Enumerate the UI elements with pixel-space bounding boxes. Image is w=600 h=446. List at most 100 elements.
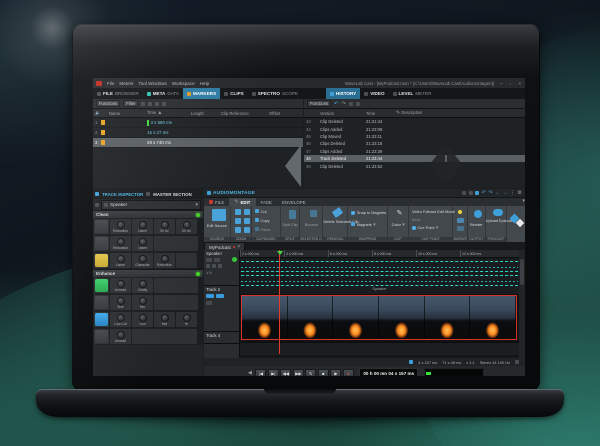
zoom-ratio[interactable]: x 1:1 — [466, 360, 474, 365]
clipboard-icon[interactable] — [468, 191, 473, 195]
exciter-amount-knob[interactable]: Amount — [110, 278, 131, 293]
track-fx-button[interactable] — [218, 264, 222, 268]
col-description[interactable]: ✎ Description — [394, 110, 454, 116]
zoom-out-icon[interactable] — [243, 209, 250, 215]
montage-length[interactable]: 71 s 48 ms — [442, 360, 461, 365]
col-version[interactable]: Version — [318, 111, 364, 116]
maximizer-amount-knob[interactable]: Amount — [110, 329, 131, 344]
col-time[interactable]: Time — [364, 111, 394, 116]
playhead-marker-icon[interactable] — [276, 251, 283, 255]
record-arm-button[interactable] — [232, 257, 237, 262]
marker-range-icon[interactable] — [457, 226, 465, 231]
redo-icon[interactable]: ↷ — [488, 190, 492, 196]
reverb-size-knob[interactable]: Size — [110, 295, 131, 310]
ribbon-group-zoom[interactable]: ZOOM — [230, 206, 253, 242]
copy-button[interactable]: Copy — [255, 218, 270, 224]
eq-mid-knob[interactable]: Mid — [154, 312, 175, 327]
restore-icon[interactable]: ▫ — [509, 81, 513, 86]
mute-button[interactable] — [206, 257, 212, 262]
history-row[interactable]: 45 Clip Moved 21:23:11 — [304, 133, 525, 140]
track-gain-knob[interactable] — [206, 264, 210, 268]
marker-row[interactable]: 2 16 s 27 ms — [93, 128, 303, 138]
ribbon-tab-fade[interactable]: FADE — [256, 198, 277, 206]
vertical-scrollbar[interactable] — [519, 250, 525, 358]
history-row[interactable]: 46 Clips Deleted 21:23:18 — [304, 140, 525, 147]
speaker-status-icon[interactable] — [515, 360, 519, 364]
dehummer-60hz-knob[interactable]: 60 Hz — [176, 219, 197, 234]
playhead-cursor[interactable] — [279, 250, 280, 354]
tab-video[interactable]: VIDEO — [360, 88, 388, 99]
minimize-icon[interactable]: – — [499, 81, 504, 86]
exciter-clarity-knob[interactable]: Clarity — [132, 278, 153, 293]
pen-icon[interactable]: ✎ — [397, 209, 403, 217]
play-button[interactable]: ▶ — [330, 368, 342, 376]
source-select[interactable]: Speaker ▾ — [101, 199, 201, 210]
denoiser-listen-knob[interactable]: Listen — [132, 236, 153, 251]
track2-options-button[interactable] — [206, 301, 212, 305]
transport-collapse-icon[interactable]: ◀ — [248, 370, 252, 376]
col-offset[interactable]: Offset — [267, 111, 295, 116]
ribbon-collapse-icon[interactable]: ▾ — [522, 198, 525, 206]
menu-help[interactable]: Help — [200, 81, 209, 86]
magnets-dropdown[interactable]: Magnets ▾ — [351, 222, 376, 228]
track4-lane[interactable] — [240, 342, 519, 355]
track2-audio-chip[interactable] — [216, 294, 224, 298]
transport-time-display[interactable]: 00 h 00 mn 04 s 157 ms — [359, 368, 419, 376]
video-follows-edit-mode-toggle[interactable]: Video Follows Edit Mode — [412, 209, 455, 214]
track-header-2[interactable]: Track 2 — [204, 286, 239, 332]
history-row[interactable]: 44 Clips Added 21:23:08 — [304, 125, 525, 132]
gear-icon[interactable]: ⚙ — [518, 190, 522, 196]
history-row[interactable]: 43 Clip Deleted 21:21:44 — [304, 118, 525, 125]
record-button[interactable]: ● — [342, 368, 354, 376]
zoom-selection-icon[interactable] — [243, 218, 250, 224]
voice-exciter-button[interactable] — [94, 278, 109, 293]
video-track-lane[interactable] — [240, 294, 519, 342]
tab-spectroscope[interactable]: SPECTRO SCOPE — [248, 88, 302, 99]
tab-history[interactable]: HISTORY — [326, 88, 361, 99]
history-row[interactable]: 47 Clips Added 21:23:39 — [304, 148, 525, 155]
markers-functions-button[interactable]: Functions — [96, 100, 121, 107]
history-row[interactable]: 49 Clip Deleted 21:23:52 — [304, 162, 525, 169]
ribbon-group-split[interactable]: Split Clip SPLIT — [280, 206, 301, 242]
maximizer-button[interactable] — [94, 329, 109, 344]
history-functions-button[interactable]: Functions — [307, 100, 332, 107]
solo-button[interactable] — [213, 257, 220, 262]
close-icon[interactable]: × — [517, 81, 522, 86]
enhance-section-header[interactable]: Enhance — [93, 269, 203, 277]
col-length[interactable]: Length — [189, 111, 219, 116]
marker-row-selected[interactable]: 3 28 s 740 ms — [93, 138, 303, 148]
zoom-horizontal-icon[interactable] — [234, 227, 241, 233]
deesser-button[interactable] — [94, 253, 109, 268]
ribbon-group-selected-clips[interactable]: Bounce SELECTED CLIPS — [300, 206, 324, 242]
mute-toggle[interactable]: Mute — [412, 217, 421, 222]
go-to-end-button[interactable]: ▶| — [267, 368, 279, 376]
markers-filter-button[interactable]: Filter — [123, 100, 139, 107]
stop-button[interactable]: ■ — [317, 368, 329, 376]
history-stop-icon[interactable] — [355, 101, 360, 106]
cursor-position[interactable]: 4 s 157 ms — [418, 360, 437, 365]
color-dropdown[interactable]: Color ▾ — [392, 222, 405, 228]
undo-icon[interactable]: ↶ — [482, 190, 486, 196]
search-icon[interactable] — [462, 191, 467, 195]
ribbon-group-output[interactable]: Render OUTPUT — [467, 206, 486, 242]
nav-forward-icon[interactable]: → — [503, 190, 508, 196]
loop-button[interactable]: ↻ — [305, 368, 317, 376]
reverb-button[interactable] — [94, 295, 109, 310]
denoiser-button[interactable] — [94, 236, 109, 251]
track-header-speaker[interactable]: Speaker ∨∨ — [204, 250, 239, 286]
col-name[interactable]: Name — [107, 111, 145, 116]
zoom-vertical-icon[interactable] — [243, 227, 250, 233]
speaker-column-icon[interactable]: 🔉 — [93, 110, 107, 116]
clean-section-header[interactable]: Clean — [93, 210, 203, 218]
go-to-start-button[interactable]: |◀ — [255, 368, 267, 376]
deesser-listen-knob[interactable]: Listen — [110, 253, 131, 268]
fast-forward-button[interactable]: ▶▶ — [292, 368, 304, 376]
dehummer-reduction-knob[interactable]: Reduction — [110, 219, 131, 234]
microphone-icon[interactable] — [475, 191, 480, 195]
history-play-icon[interactable] — [348, 101, 353, 106]
marker-row[interactable]: 1 3 s 580 ms — [93, 118, 303, 128]
ribbon-tab-file[interactable]: FILE — [204, 198, 229, 206]
track-header-4[interactable]: Track 4 — [204, 332, 239, 344]
redo-icon[interactable]: ↷ — [341, 101, 345, 107]
ribbon-group-removal[interactable]: Delete Selected Clip REMOVAL — [323, 206, 359, 242]
